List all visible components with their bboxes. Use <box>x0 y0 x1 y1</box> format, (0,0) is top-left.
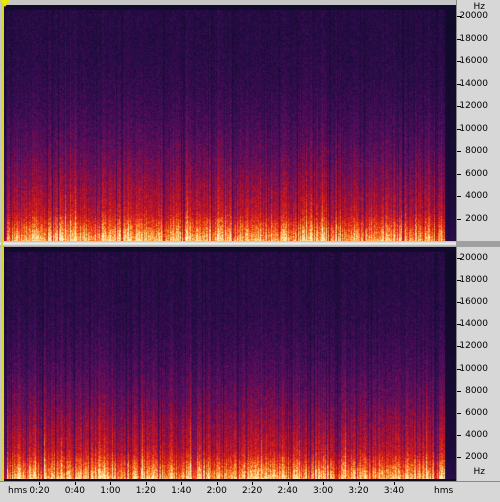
frequency-tick-label: 4000 <box>465 191 488 202</box>
frequency-tick: 20000 <box>457 11 500 21</box>
frequency-tick: 6000 <box>457 408 500 418</box>
frequency-tick: 14000 <box>457 319 500 329</box>
time-tick-mark <box>393 482 395 485</box>
frequency-tick: 18000 <box>457 34 500 44</box>
frequency-tick: 10000 <box>457 124 500 134</box>
frequency-tick-label: 18000 <box>459 33 488 44</box>
spectrogram-left-canvas[interactable] <box>4 5 456 241</box>
time-tick-mark <box>110 482 112 485</box>
frequency-tick-mark <box>457 434 461 436</box>
time-tick-mark <box>323 482 325 485</box>
time-tick-mark <box>358 482 360 485</box>
spectrogram-right-canvas[interactable] <box>4 247 456 479</box>
frequency-tick: 2000 <box>457 214 500 224</box>
frequency-tick: 14000 <box>457 79 500 89</box>
frequency-tick: 8000 <box>457 386 500 396</box>
time-tick: 3:40 <box>376 482 412 500</box>
frequency-tick-mark <box>457 390 461 392</box>
time-tick: 2:20 <box>234 482 270 500</box>
frequency-tick-label: 14000 <box>459 78 488 89</box>
frequency-tick-label: 14000 <box>459 319 488 330</box>
time-tick-mark <box>252 482 254 485</box>
frequency-tick-mark <box>457 196 461 198</box>
time-unit-label-end: hms <box>434 486 454 496</box>
time-tick: 0:40 <box>57 482 93 500</box>
frequency-unit-label: Hz <box>473 467 486 477</box>
frequency-tick-mark <box>457 151 461 153</box>
frequency-tick: 6000 <box>457 169 500 179</box>
frequency-tick-label: 18000 <box>459 275 488 286</box>
frequency-tick-mark <box>457 173 461 175</box>
frequency-tick-label: 12000 <box>459 101 488 112</box>
frequency-tick-label: 12000 <box>459 341 488 352</box>
frequency-ruler-right: Hz 20000 18000 16000 14000 12000 10000 8000 600… <box>456 247 500 481</box>
frequency-tick: 4000 <box>457 430 500 440</box>
time-tick: 3:00 <box>305 482 341 500</box>
time-tick-label: 0:40 <box>64 486 85 496</box>
frequency-tick: 4000 <box>457 191 500 201</box>
time-tick: 3:20 <box>341 482 377 500</box>
frequency-tick-label: 2000 <box>465 213 488 224</box>
time-tick-label: 1:40 <box>171 486 192 496</box>
frequency-tick-label: 8000 <box>465 146 488 157</box>
frequency-tick: 18000 <box>457 275 500 285</box>
frequency-tick-mark <box>457 412 461 414</box>
time-tick-label: 1:20 <box>135 486 156 496</box>
frequency-tick: 12000 <box>457 341 500 351</box>
time-tick-mark <box>145 482 147 485</box>
frequency-tick-label: 16000 <box>459 56 488 67</box>
frequency-tick: 8000 <box>457 146 500 156</box>
time-tick: 1:20 <box>128 482 164 500</box>
playhead-line[interactable] <box>1 0 3 481</box>
frequency-tick: 10000 <box>457 364 500 374</box>
frequency-tick: 16000 <box>457 56 500 66</box>
triangle-down-icon[interactable] <box>0 0 10 7</box>
frequency-tick-label: 2000 <box>465 451 488 462</box>
time-tick-label: 2:20 <box>242 486 263 496</box>
frequency-tick: 12000 <box>457 101 500 111</box>
time-tick-mark <box>74 482 76 485</box>
frequency-tick-label: 8000 <box>465 385 488 396</box>
frequency-tick-label: 20000 <box>459 11 488 22</box>
time-tick-mark <box>287 482 289 485</box>
time-tick-label: 2:40 <box>277 486 298 496</box>
frequency-tick-label: 6000 <box>465 168 488 179</box>
time-tick-mark <box>216 482 218 485</box>
time-tick-label: 1:00 <box>100 486 121 496</box>
frequency-tick: 16000 <box>457 297 500 307</box>
frequency-tick-label: 10000 <box>459 363 488 374</box>
frequency-tick-label: 16000 <box>459 297 488 308</box>
time-ruler[interactable]: hms hms 0:20 0:40 1:00 1:20 1:40 2:00 2:20 2:40… <box>0 481 500 502</box>
time-tick-label: 0:20 <box>29 486 50 496</box>
time-tick: 1:00 <box>92 482 128 500</box>
frequency-tick-mark <box>457 456 461 458</box>
frequency-tick-label: 6000 <box>465 407 488 418</box>
frequency-tick-label: 20000 <box>459 253 488 264</box>
time-tick-mark <box>39 482 41 485</box>
time-tick-label: 2:00 <box>206 486 227 496</box>
spectral-view: Hz 20000 18000 16000 14000 12000 10000 8000 600… <box>0 0 500 502</box>
frequency-tick-mark <box>457 218 461 220</box>
time-tick: 2:40 <box>270 482 306 500</box>
frequency-tick-label: 10000 <box>459 123 488 134</box>
time-tick-label: 3:40 <box>383 486 405 496</box>
time-tick: 2:00 <box>199 482 235 500</box>
frequency-tick-label: 4000 <box>465 429 488 440</box>
time-tick-label: 3:20 <box>348 486 369 496</box>
spectrogram-channel-left[interactable] <box>4 5 456 241</box>
time-tick-mark <box>181 482 183 485</box>
frequency-ruler-left: Hz 20000 18000 16000 14000 12000 10000 8000 600… <box>456 0 500 241</box>
time-tick: 1:40 <box>163 482 199 500</box>
frequency-tick: 20000 <box>457 253 500 263</box>
time-tick: 0:20 <box>21 482 57 500</box>
frequency-tick: 2000 <box>457 452 500 462</box>
time-tick-label: 3:00 <box>312 486 334 496</box>
spectrogram-channel-right[interactable] <box>4 247 456 479</box>
